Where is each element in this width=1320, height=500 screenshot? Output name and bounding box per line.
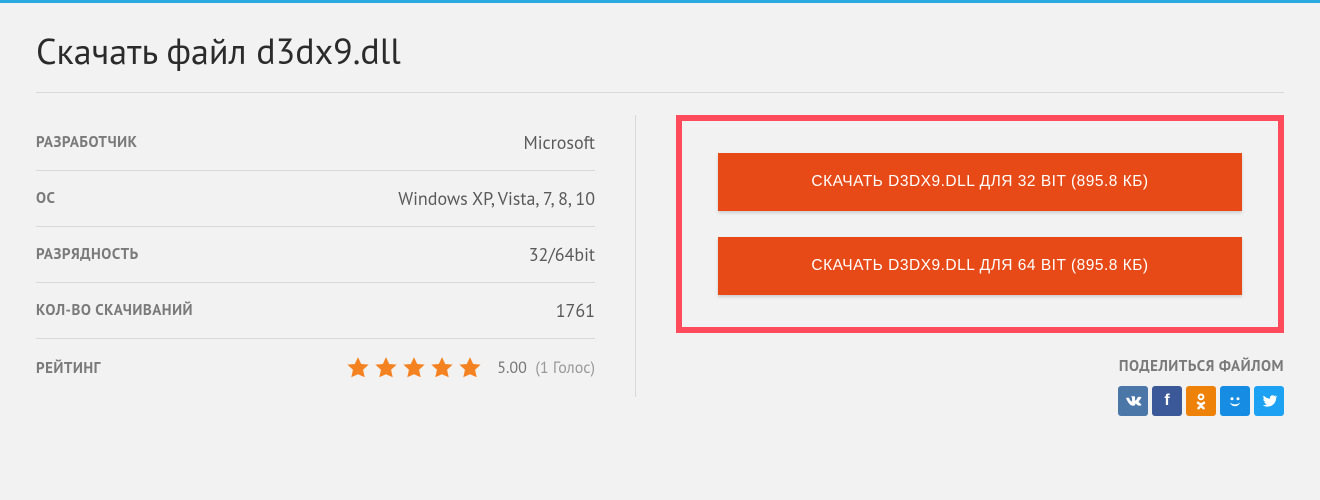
rating-stars[interactable]	[345, 355, 483, 381]
page-title: Скачать файл d3dx9.dll	[36, 27, 1284, 74]
info-label: РЕЙТИНГ	[36, 359, 101, 378]
share-block: ПОДЕЛИТЬСЯ ФАЙЛОМ f	[676, 357, 1284, 416]
share-odnoklassniki-icon[interactable]	[1186, 386, 1216, 416]
share-twitter-icon[interactable]	[1254, 386, 1284, 416]
download-32bit-button[interactable]: СКАЧАТЬ D3DX9.DLL ДЛЯ 32 BIT (895.8 КБ)	[718, 153, 1242, 211]
info-label: РАЗРАБОТЧИК	[36, 133, 137, 152]
info-value: Microsoft	[523, 131, 595, 154]
rating-votes: (1 Голос)	[535, 358, 595, 378]
info-row-rating: РЕЙТИНГ 5.00 (1 Голос)	[36, 339, 595, 397]
info-value: 1761	[556, 299, 595, 322]
info-row-os: ОС Windows XP, Vista, 7, 8, 10	[36, 171, 595, 227]
info-label: КОЛ-ВО СКАЧИВАНИЙ	[36, 301, 193, 320]
info-value: 32/64bit	[529, 243, 595, 266]
info-row-downloads: КОЛ-ВО СКАЧИВАНИЙ 1761	[36, 283, 595, 339]
info-row-developer: РАЗРАБОТЧИК Microsoft	[36, 115, 595, 171]
star-icon	[429, 355, 455, 381]
info-label: ОС	[36, 189, 55, 208]
share-title: ПОДЕЛИТЬСЯ ФАЙЛОМ	[676, 357, 1284, 376]
star-icon	[345, 355, 371, 381]
download-64bit-button[interactable]: СКАЧАТЬ D3DX9.DLL ДЛЯ 64 BIT (895.8 КБ)	[718, 237, 1242, 295]
share-facebook-icon[interactable]: f	[1152, 386, 1182, 416]
info-label: РАЗРЯДНОСТЬ	[36, 245, 139, 264]
star-icon	[373, 355, 399, 381]
share-vk-icon[interactable]	[1118, 386, 1148, 416]
download-box: СКАЧАТЬ D3DX9.DLL ДЛЯ 32 BIT (895.8 КБ) …	[676, 115, 1284, 333]
info-row-bitness: РАЗРЯДНОСТЬ 32/64bit	[36, 227, 595, 283]
file-info-table: РАЗРАБОТЧИК Microsoft ОС Windows XP, Vis…	[36, 115, 636, 397]
info-value: Windows XP, Vista, 7, 8, 10	[398, 187, 595, 210]
rating-score: 5.00	[497, 358, 527, 378]
star-icon	[401, 355, 427, 381]
divider	[36, 92, 1284, 93]
star-icon	[457, 355, 483, 381]
share-moimir-icon[interactable]	[1220, 386, 1250, 416]
